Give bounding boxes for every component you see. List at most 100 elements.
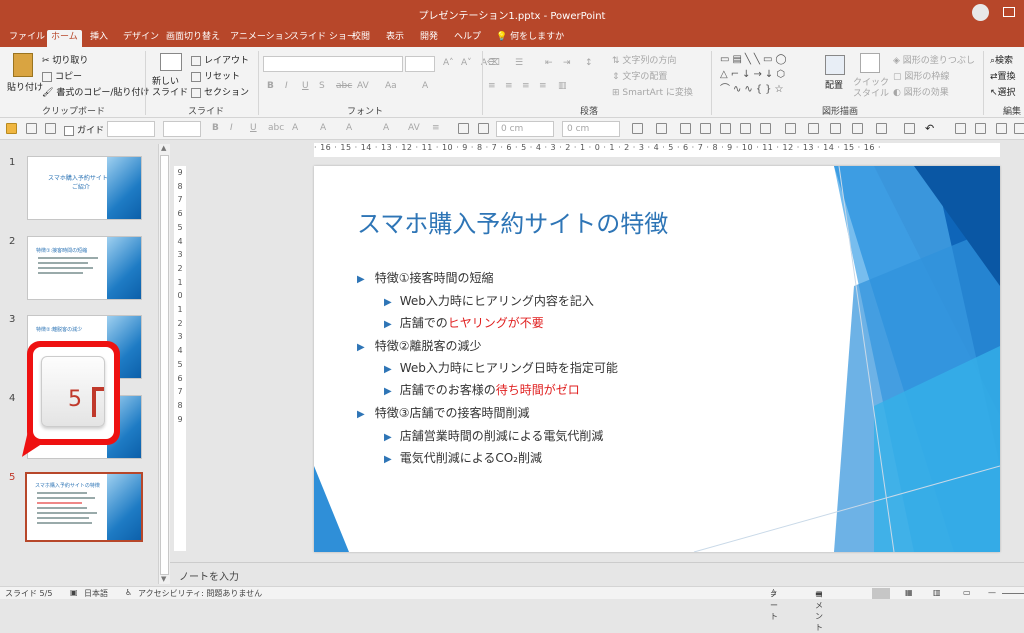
tab-view[interactable]: 表示 [382, 30, 408, 47]
bullet-level-2[interactable]: ▶ 電気代削減によるCO₂削減 [384, 449, 542, 466]
bold-icon[interactable]: B [267, 81, 274, 91]
quick-icon[interactable] [26, 123, 37, 134]
quick-styles-button[interactable]: クイック スタイル [853, 78, 889, 100]
paste-icon[interactable] [13, 53, 33, 77]
align-right-icon[interactable]: ≡ [522, 81, 530, 91]
quick-icon[interactable] [876, 123, 887, 134]
find-button[interactable]: ⌕検索 [990, 53, 1013, 66]
decrease-indent-icon[interactable]: ⇤ [545, 58, 553, 68]
columns-icon[interactable]: ▥ [558, 81, 567, 91]
numbering-icon[interactable]: ☰ [515, 58, 523, 68]
tab-design[interactable]: デザイン [119, 30, 163, 47]
case-icon[interactable]: Aa [385, 81, 397, 91]
highlight-icon[interactable]: AV [408, 123, 420, 133]
bullet-level-2[interactable]: ▶ Web入力時にヒアリング内容を記入 [384, 292, 594, 309]
slide-thumbnail-1[interactable]: スマホ購入予約サイトの ご紹介 [27, 156, 142, 220]
scroll-thumb[interactable] [160, 155, 169, 575]
tell-me-box[interactable]: 💡 何をしますか [492, 30, 568, 47]
case-icon[interactable]: ≡ [432, 123, 440, 133]
smartart-button[interactable]: ⊞ SmartArt に変換 [612, 85, 693, 98]
bullet-level-1[interactable]: ▶ 特徴①接客時間の短縮 [357, 269, 493, 286]
quick-styles-icon[interactable] [860, 53, 880, 73]
tab-review[interactable]: 校閲 [348, 30, 374, 47]
shadow-icon[interactable]: S [319, 81, 325, 91]
font-color-icon[interactable]: A [422, 81, 428, 91]
quick-icon[interactable] [1014, 123, 1024, 134]
quick-combo-2[interactable] [163, 121, 201, 137]
reading-view-icon[interactable]: ▥ [933, 588, 941, 597]
layout-button[interactable]: レイアウト [191, 53, 249, 66]
quick-combo-1[interactable] [107, 121, 155, 137]
quick-icon[interactable] [632, 123, 643, 134]
ribbon-display-icon[interactable] [1003, 7, 1015, 17]
quick-icon[interactable] [904, 123, 915, 134]
quick-icon[interactable] [45, 123, 56, 134]
align-text-button[interactable]: ⇕ 文字の配置 [612, 69, 667, 82]
strikethrough-icon[interactable]: abc [336, 81, 352, 91]
tab-developer[interactable]: 開発 [416, 30, 442, 47]
quick-icon[interactable] [680, 123, 691, 134]
justify-icon[interactable]: ≡ [539, 81, 547, 91]
grow-font-icon[interactable]: A˄ [443, 58, 454, 68]
quick-icon[interactable] [656, 123, 667, 134]
quick-icon[interactable] [996, 123, 1007, 134]
tab-help[interactable]: ヘルプ [450, 30, 485, 47]
quick-icon[interactable] [785, 123, 796, 134]
scroll-up-icon[interactable]: ▲ [161, 144, 166, 152]
align-center-icon[interactable]: ≡ [505, 81, 513, 91]
slide-sorter-icon[interactable]: ▦ [905, 588, 913, 597]
font-grow-icon[interactable]: A [292, 123, 298, 133]
guides-checkbox[interactable]: ガイド [64, 123, 104, 136]
bold-icon[interactable]: B [212, 123, 219, 133]
bullet-level-2[interactable]: ▶ 店舗営業時間の削減による電気代削減 [384, 427, 603, 444]
slide-thumbnail-2[interactable]: 特徴①:接客時間の短縮 [27, 236, 142, 300]
spacing-icon[interactable]: AV [357, 81, 369, 91]
font-shrink-icon[interactable]: A [320, 123, 326, 133]
line-spacing-icon[interactable]: ↕ [585, 58, 593, 68]
quick-icon[interactable] [955, 123, 966, 134]
accessibility-icon[interactable]: ♿ [125, 588, 132, 597]
tab-insert[interactable]: 挿入 [86, 30, 112, 47]
shape-icon[interactable] [478, 123, 489, 134]
new-slide-button[interactable]: 新しい スライド [152, 77, 188, 99]
width-input[interactable]: 0 cm [562, 121, 620, 137]
quick-icon[interactable] [6, 123, 17, 134]
increase-indent-icon[interactable]: ⇥ [563, 58, 571, 68]
slideshow-icon[interactable]: ▭ [963, 588, 971, 597]
select-button[interactable]: ↖選択 [990, 85, 1016, 98]
proofing-icon[interactable]: ▣ [70, 588, 78, 597]
zoom-slider[interactable] [1002, 593, 1024, 594]
copy-button[interactable]: コピー [42, 69, 82, 82]
quick-icon[interactable] [720, 123, 731, 134]
slide-thumbnail-5-selected[interactable]: スマホ購入予約サイトの特徴 [25, 472, 143, 542]
undo-icon[interactable]: ↶ [925, 122, 934, 135]
reset-button[interactable]: リセット [191, 69, 240, 82]
shape-effects-button[interactable]: ◐ 図形の効果 [893, 85, 949, 98]
bullet-level-2[interactable]: ▶ Web入力時にヒアリング日時を指定可能 [384, 359, 618, 376]
zoom-out-icon[interactable]: — [988, 588, 996, 597]
text-direction-button[interactable]: ⇅ 文字列の方向 [612, 53, 676, 66]
normal-view-icon[interactable] [872, 588, 890, 599]
accessibility-status[interactable]: アクセシビリティ: 問題ありません [138, 588, 262, 599]
quick-icon[interactable] [975, 123, 986, 134]
italic-icon[interactable]: I [230, 123, 233, 133]
italic-icon[interactable]: I [285, 81, 288, 91]
tab-file[interactable]: ファイル [5, 30, 49, 47]
slide-canvas[interactable]: スマホ購入予約サイトの特徴 ▶ 特徴①接客時間の短縮 ▶ Web入力時にヒアリング内… [314, 166, 1000, 552]
format-painter-button[interactable]: 🖌 書式のコピー/貼り付け [42, 85, 149, 98]
thumbnail-scrollbar[interactable]: ▲ ▼ [158, 144, 170, 584]
notes-pane[interactable]: ノートを入力 [170, 562, 1024, 586]
tab-transitions[interactable]: 画面切り替え [162, 30, 224, 47]
quick-icon[interactable] [700, 123, 711, 134]
align-left-icon[interactable]: ≡ [488, 81, 496, 91]
font-size-combo[interactable] [405, 56, 435, 72]
bullet-level-1[interactable]: ▶ 特徴③店舗での接客時間削減 [357, 404, 529, 421]
fill-icon[interactable] [458, 123, 469, 134]
bullet-level-2[interactable]: ▶ 店舗でのお客様の待ち時間がゼロ [384, 381, 580, 398]
underline-icon[interactable]: U [250, 123, 257, 133]
new-slide-icon[interactable] [160, 53, 182, 71]
strikethrough-icon[interactable]: abc [268, 123, 284, 133]
underline-icon[interactable]: U [302, 81, 309, 91]
arrange-icon[interactable] [825, 55, 845, 75]
bullets-icon[interactable]: ☰ [488, 58, 496, 68]
